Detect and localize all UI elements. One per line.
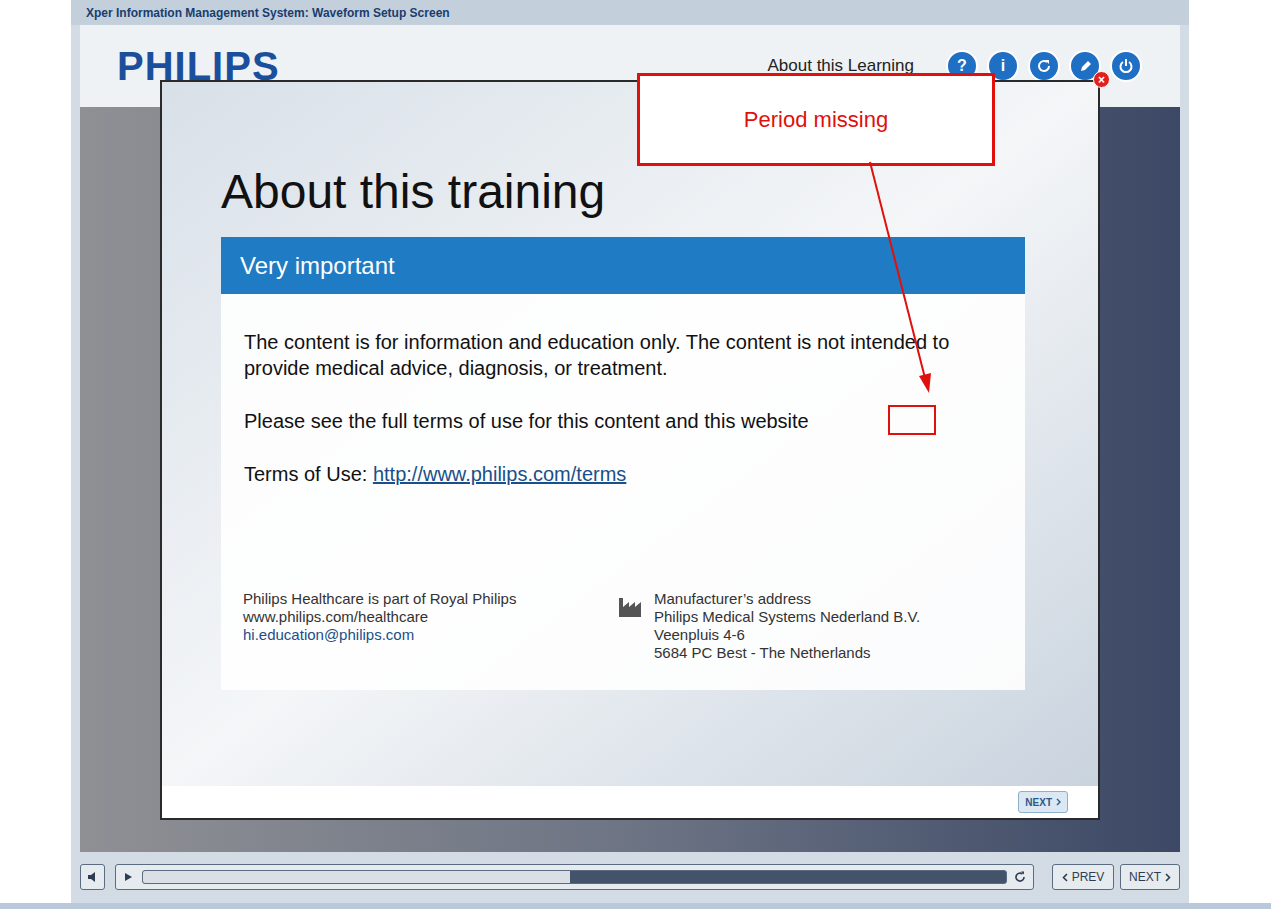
terms-line: Terms of Use: http://www.philips.com/ter… [244, 461, 1002, 487]
dialog-photo: About this training Very important The c… [162, 82, 1098, 786]
dialog-title: About this training [221, 164, 605, 220]
play-button[interactable] [120, 872, 136, 882]
panel-body: The content is for information and educa… [221, 294, 1025, 487]
screen: Xper Information Management System: Wave… [0, 0, 1271, 909]
next-label: NEXT [1129, 868, 1161, 886]
footer-left: Philips Healthcare is part of Royal Phil… [243, 590, 618, 662]
email-link[interactable]: hi.education@philips.com [243, 626, 618, 644]
speaker-icon [87, 871, 99, 883]
chevron-right-icon [1056, 798, 1061, 806]
prev-button[interactable]: PREV [1052, 864, 1114, 890]
terms-label: Terms of Use: [244, 463, 373, 485]
player-bar: PREV NEXT [80, 862, 1180, 892]
refresh-icon [1036, 58, 1052, 74]
address-line: Manufacturer’s address [654, 590, 920, 608]
taskbar [0, 903, 1271, 909]
chevron-left-icon [1062, 873, 1068, 882]
replay-icon[interactable] [1013, 870, 1027, 884]
annotation-arrow-icon [0, 0, 1271, 909]
prev-label: PREV [1072, 868, 1105, 886]
about-dialog: About this training Very important The c… [160, 80, 1100, 820]
footer-line: Philips Healthcare is part of Royal Phil… [243, 590, 618, 608]
paragraph: The content is for information and educa… [244, 329, 1002, 381]
annotation-callout: Period missing [637, 73, 995, 166]
info-panel: Very important The content is for inform… [221, 237, 1025, 690]
address-line: Veenpluis 4-6 [654, 626, 920, 644]
footer-right: Manufacturer’s addressPhilips Medical Sy… [618, 590, 920, 662]
address-line: Philips Medical Systems Nederland B.V. [654, 608, 920, 626]
chevron-right-icon [1165, 873, 1171, 882]
address: Manufacturer’s addressPhilips Medical Sy… [654, 590, 920, 662]
play-icon [123, 872, 133, 882]
progress-track[interactable] [142, 870, 1007, 884]
factory-icon [618, 592, 644, 618]
window-title: Xper Information Management System: Wave… [71, 0, 1189, 25]
dialog-next-button[interactable]: NEXT [1018, 791, 1068, 813]
section-header: Very important [221, 237, 1025, 294]
progress-fill [143, 871, 570, 883]
refresh-button[interactable] [1028, 50, 1060, 82]
volume-button[interactable] [80, 864, 105, 890]
close-button[interactable]: × [1093, 71, 1110, 88]
progress-control [115, 864, 1034, 890]
dialog-next-label: NEXT [1025, 795, 1052, 810]
panel-footer: Philips Healthcare is part of Royal Phil… [221, 590, 1025, 662]
power-icon [1118, 58, 1134, 74]
address-line: 5684 PC Best - The Netherlands [654, 644, 920, 662]
dialog-footer: NEXT [162, 786, 1098, 818]
next-button[interactable]: NEXT [1120, 864, 1180, 890]
pen-icon [1077, 58, 1093, 74]
annotation-marker [888, 405, 936, 435]
terms-link[interactable]: http://www.philips.com/terms [373, 463, 626, 485]
footer-line: www.philips.com/healthcare [243, 608, 618, 626]
exit-button[interactable] [1110, 50, 1142, 82]
